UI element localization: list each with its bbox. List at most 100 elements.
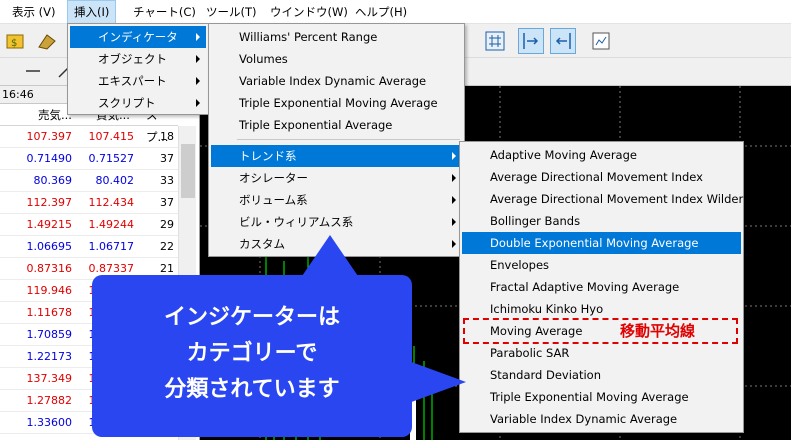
trend-indicator-item[interactable]: Average Directional Movement Index Wilde… <box>462 188 743 210</box>
menu-view[interactable]: 表示 (V) <box>6 0 62 24</box>
submenu-arrow-icon <box>452 174 456 182</box>
category-oscillators-label: オシレーター <box>239 171 308 185</box>
spread-value: 37 <box>160 196 174 209</box>
indicator-vidya[interactable]: Variable Index Dynamic Average <box>211 70 462 92</box>
table-row[interactable]: 107.397 107.415 18 <box>0 126 178 148</box>
submenu-arrow-icon <box>452 152 456 160</box>
insert-menu: インディケータ オブジェクト エキスパート スクリプト <box>67 23 209 115</box>
category-custom-label: カスタム <box>239 237 285 251</box>
bid-value: 1.49215 <box>26 218 73 231</box>
category-trend[interactable]: トレンド系 <box>211 145 462 167</box>
bid-value: 1.06695 <box>26 240 73 253</box>
submenu-arrow-icon <box>196 33 200 41</box>
category-bill-williams-label: ビル・ウィリアムス系 <box>239 215 354 229</box>
table-row[interactable]: 0.71490 0.71527 37 <box>0 148 178 170</box>
trend-indicator-item[interactable]: Standard Deviation <box>462 364 741 386</box>
bid-value: 112.397 <box>26 196 73 209</box>
menu-window[interactable]: ウインドウ(W) <box>264 0 354 24</box>
zoom-fit-icon[interactable] <box>482 28 508 54</box>
table-row[interactable]: 112.397 112.434 37 <box>0 192 178 214</box>
indicator-volumes[interactable]: Volumes <box>211 48 462 70</box>
ask-value: 112.434 <box>88 196 135 209</box>
bid-value: 137.349 <box>26 372 73 385</box>
trend-indicator-item[interactable]: Ichimoku Kinko Hyo <box>462 298 741 320</box>
submenu-arrow-icon <box>196 55 200 63</box>
category-volumes-label: ボリューム系 <box>239 193 308 207</box>
indicator-williams-percent-range[interactable]: Williams' Percent Range <box>211 26 462 48</box>
trend-indicator-item[interactable]: Parabolic SAR <box>462 342 741 364</box>
menu-item-objects-label: オブジェクト <box>98 52 167 66</box>
category-oscillators[interactable]: オシレーター <box>211 167 462 189</box>
annotation-line-2: カテゴリーで <box>186 341 318 366</box>
callout-pointer-right <box>406 360 466 404</box>
indicator-trix[interactable]: Triple Exponential Average <box>211 114 462 136</box>
menu-tools[interactable]: ツール(T) <box>200 0 263 24</box>
indicator-tema[interactable]: Triple Exponential Moving Average <box>211 92 462 114</box>
bid-value: 1.22173 <box>26 350 73 363</box>
menu-chart[interactable]: チャート(C) <box>127 0 202 24</box>
annotation-line-1: インジケーターは <box>163 305 340 330</box>
submenu-arrow-icon <box>196 99 200 107</box>
bid-value: 0.87316 <box>26 262 73 275</box>
trend-indicator-item[interactable]: Envelopes <box>462 254 741 276</box>
trend-indicator-item[interactable]: Fractal Adaptive Moving Average <box>462 276 741 298</box>
trend-indicator-item[interactable]: Double Exponential Moving Average <box>462 232 741 254</box>
moving-average-label: 移動平均線 <box>620 322 696 340</box>
bid-value: 1.33600 <box>26 416 73 429</box>
trend-indicator-item[interactable]: Average Directional Movement Index <box>462 166 741 188</box>
ask-value: 80.402 <box>95 174 135 187</box>
market-icon[interactable]: $ <box>2 28 28 54</box>
trend-indicator-item[interactable]: Bollinger Bands <box>462 210 741 232</box>
ask-value: 0.71527 <box>88 152 135 165</box>
spread-value: 33 <box>160 174 174 187</box>
submenu-arrow-icon <box>196 77 200 85</box>
category-volumes[interactable]: ボリューム系 <box>211 189 462 211</box>
spread-value: 37 <box>160 152 174 165</box>
scrollbar-thumb[interactable] <box>181 144 195 198</box>
menu-item-objects[interactable]: オブジェクト <box>70 48 206 70</box>
ask-value: 1.06717 <box>88 240 135 253</box>
submenu-arrow-icon <box>452 196 456 204</box>
horizontal-line-icon[interactable] <box>20 58 46 84</box>
templates-icon[interactable] <box>588 28 614 54</box>
table-row[interactable]: 1.49215 1.49244 29 <box>0 214 178 236</box>
menu-item-indicators[interactable]: インディケータ <box>70 26 206 48</box>
menu-insert[interactable]: 挿入(I) <box>67 0 117 24</box>
ask-value: 107.415 <box>88 130 135 143</box>
autoscroll-icon[interactable] <box>518 28 544 54</box>
annotation-text: インジケーターは カテゴリーで 分類されています <box>92 300 412 408</box>
spread-value: 29 <box>160 218 174 231</box>
submenu-arrow-icon <box>452 218 456 226</box>
bid-value: 1.70859 <box>26 328 73 341</box>
menu-item-experts[interactable]: エキスパート <box>70 70 206 92</box>
bid-value: 1.11678 <box>26 306 73 319</box>
trend-indicator-item[interactable]: Variable Index Dynamic Average <box>462 408 741 430</box>
table-row[interactable]: 1.06695 1.06717 22 <box>0 236 178 258</box>
callout-pointer-up <box>300 235 360 279</box>
bid-value: 80.369 <box>33 174 73 187</box>
bid-value: 119.946 <box>26 284 73 297</box>
submenu-arrow-icon <box>452 240 456 248</box>
indicators-submenu: Williams' Percent Range Volumes Variable… <box>208 23 465 257</box>
spread-value: 22 <box>160 240 174 253</box>
annotation-line-3: 分類されています <box>164 377 340 402</box>
svg-text:$: $ <box>11 38 17 49</box>
spread-value: 18 <box>160 130 174 143</box>
bid-value: 1.27882 <box>26 394 73 407</box>
menu-bar: 表示 (V) 挿入(I) チャート(C) ツール(T) ウインドウ(W) ヘルプ… <box>0 0 791 24</box>
menu-item-experts-label: エキスパート <box>98 74 167 88</box>
bid-value: 0.95533 <box>22 434 73 440</box>
profile-icon[interactable] <box>34 28 60 54</box>
menu-item-indicators-label: インディケータ <box>98 30 178 44</box>
table-row[interactable]: 80.369 80.402 33 <box>0 170 178 192</box>
category-trend-label: トレンド系 <box>239 149 297 163</box>
trend-submenu: Adaptive Moving Average Average Direction… <box>459 141 744 433</box>
trend-indicator-item[interactable]: Triple Exponential Moving Average <box>462 386 741 408</box>
menu-item-scripts[interactable]: スクリプト <box>70 92 206 114</box>
menu-help[interactable]: ヘルプ(H) <box>349 0 413 24</box>
category-bill-williams[interactable]: ビル・ウィリアムス系 <box>211 211 462 233</box>
trend-indicator-item[interactable]: Adaptive Moving Average <box>462 144 741 166</box>
ask-value: 1.49244 <box>88 218 135 231</box>
chart-shift-icon[interactable] <box>550 28 576 54</box>
bid-value: 0.71490 <box>26 152 73 165</box>
